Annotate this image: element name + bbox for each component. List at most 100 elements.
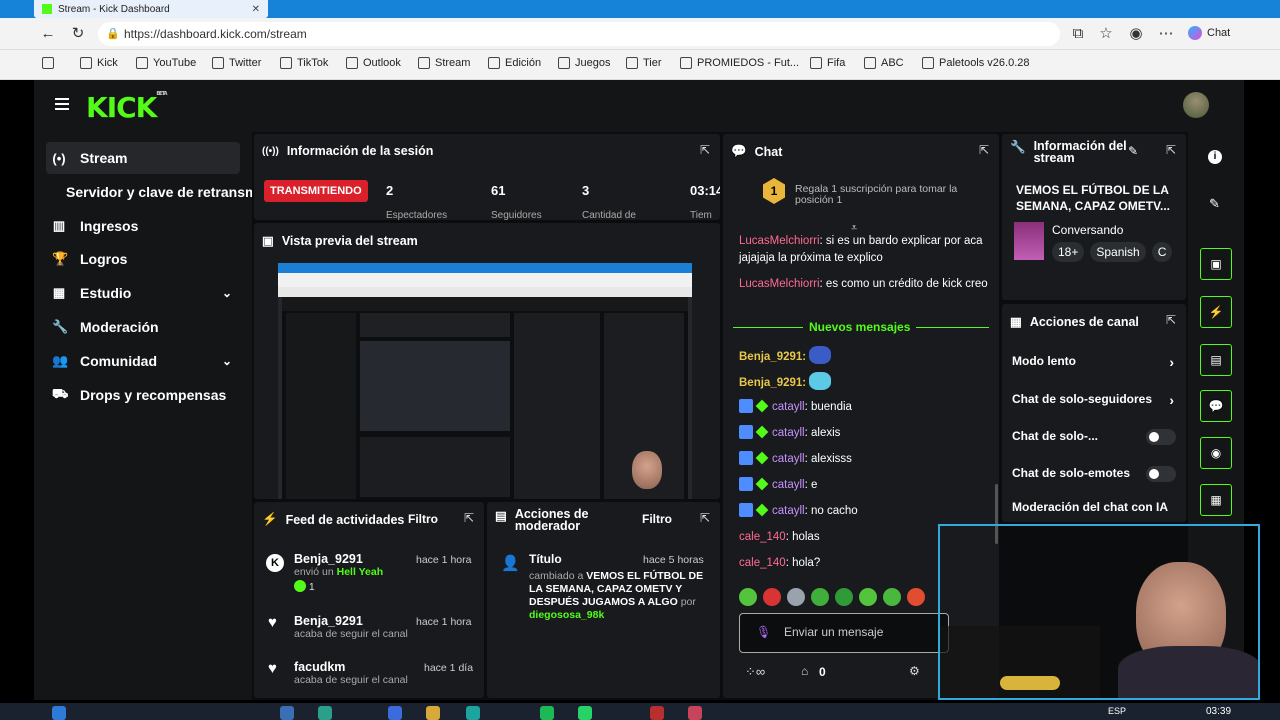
sidebar-item-logros[interactable]: 🏆 Logros bbox=[46, 243, 240, 275]
emote-icon[interactable] bbox=[787, 588, 805, 606]
copilot-chat-button[interactable]: Chat bbox=[1188, 26, 1230, 40]
bookmark-item[interactable]: Fifa bbox=[810, 57, 845, 69]
sidebar-item-stream[interactable]: (•) Stream bbox=[46, 142, 240, 174]
emote-icon[interactable] bbox=[763, 588, 781, 606]
reload-icon[interactable]: ↻ bbox=[68, 24, 88, 44]
chevron-down-icon[interactable]: ⌄ bbox=[222, 286, 232, 300]
favorites-icon[interactable]: ☆ bbox=[1096, 24, 1116, 44]
profile-icon[interactable]: ◉ bbox=[1126, 24, 1146, 44]
bookmark-item[interactable]: Kick bbox=[80, 57, 118, 69]
sidebar-item-estudio[interactable]: ▦ Estudio ⌄ bbox=[46, 277, 240, 309]
app-icon[interactable] bbox=[688, 706, 702, 720]
sidebar-item-moderación[interactable]: 🔧 Moderación bbox=[46, 311, 240, 343]
pencil-icon[interactable]: ✎ bbox=[1209, 196, 1220, 212]
close-tab-icon[interactable]: ✕ bbox=[252, 4, 260, 15]
extensions-icon[interactable]: ⧉ bbox=[1068, 24, 1088, 44]
browser-tab[interactable]: Stream - Kick Dashboard ✕ bbox=[34, 0, 268, 18]
bookmark-item[interactable]: PROMIEDOS - Fut... bbox=[680, 57, 799, 69]
app-icon[interactable] bbox=[388, 706, 402, 720]
sidebar-item-drops[interactable]: ⛟ Drops y recompensas bbox=[46, 379, 240, 411]
stream-preview-video[interactable] bbox=[278, 263, 692, 499]
list-panel-button[interactable]: ▤ bbox=[1200, 344, 1232, 376]
reading-list-icon[interactable] bbox=[42, 57, 54, 69]
bookmark-item[interactable]: TikTok bbox=[280, 57, 328, 69]
chat-user[interactable]: catayll bbox=[772, 401, 805, 413]
kick-logo[interactable]: KICKBETA bbox=[86, 91, 168, 124]
category-name[interactable]: Conversando bbox=[1052, 223, 1123, 237]
mic-icon[interactable]: 🎙 bbox=[756, 614, 771, 650]
bookmark-item[interactable]: Edición bbox=[488, 57, 541, 69]
emote-icon[interactable] bbox=[739, 588, 757, 606]
chat-user[interactable]: catayll bbox=[772, 453, 805, 465]
bookmark-item[interactable]: Stream bbox=[418, 57, 470, 69]
edge-icon[interactable] bbox=[466, 706, 480, 720]
bookmark-item[interactable]: ABC bbox=[864, 57, 904, 69]
subs-only-toggle[interactable] bbox=[1146, 429, 1176, 445]
popout-icon[interactable]: ⇱ bbox=[1166, 313, 1176, 327]
chat-user[interactable]: LucasMelchiorri bbox=[739, 278, 820, 290]
sliders-panel-button[interactable]: ▦ bbox=[1200, 484, 1232, 516]
app-icon[interactable] bbox=[650, 706, 664, 720]
emote-icon[interactable] bbox=[811, 588, 829, 606]
store-icon[interactable]: ⌂ bbox=[801, 664, 808, 678]
chat-user[interactable]: LucasMelchiorri bbox=[739, 235, 820, 247]
clock[interactable]: 03:39 bbox=[1206, 706, 1231, 717]
emote-icon[interactable] bbox=[907, 588, 925, 606]
app-icon[interactable] bbox=[318, 706, 332, 720]
ai-moderation-row[interactable]: Moderación del chat con IA bbox=[1002, 500, 1186, 520]
users-icon[interactable]: ⁘∞ bbox=[745, 664, 765, 680]
info-icon[interactable]: i bbox=[1208, 150, 1222, 164]
bookmark-item[interactable]: Tier bbox=[626, 57, 662, 69]
popout-icon[interactable]: ⇱ bbox=[1166, 143, 1176, 157]
bookmark-item[interactable]: Paletools v26.0.28 bbox=[922, 57, 1030, 69]
bookmark-item[interactable]: Juegos bbox=[558, 57, 610, 69]
mod-filter-button[interactable]: Filtro bbox=[642, 512, 672, 526]
chat-user[interactable]: catayll bbox=[772, 505, 805, 517]
folder-icon[interactable] bbox=[426, 706, 440, 720]
popout-icon[interactable]: ⇱ bbox=[700, 143, 710, 157]
language-indicator[interactable]: ESP bbox=[1108, 706, 1126, 716]
settings-icon[interactable]: ⚙ bbox=[909, 664, 920, 678]
popout-icon[interactable]: ⇱ bbox=[464, 511, 474, 525]
chat-user[interactable]: Benja_9291: bbox=[739, 377, 806, 389]
tag[interactable]: 18+ bbox=[1052, 242, 1085, 262]
app-icon[interactable] bbox=[280, 706, 294, 720]
activity-user[interactable]: Benja_9291 bbox=[294, 614, 408, 628]
emote-icon[interactable] bbox=[835, 588, 853, 606]
emote-icon[interactable] bbox=[859, 588, 877, 606]
bolt-panel-button[interactable]: ⚡ bbox=[1200, 296, 1232, 328]
chat-panel-button[interactable]: 💬 bbox=[1200, 390, 1232, 422]
emotes-only-toggle[interactable] bbox=[1146, 466, 1176, 482]
popout-icon[interactable]: ⇱ bbox=[979, 143, 989, 157]
tag[interactable]: C bbox=[1151, 242, 1173, 262]
activity-user[interactable]: facudkm bbox=[294, 660, 408, 674]
mod-user[interactable]: diegososa_98k bbox=[529, 609, 604, 621]
avatar[interactable] bbox=[1183, 92, 1209, 118]
more-icon[interactable]: ⋯ bbox=[1156, 24, 1176, 44]
popout-icon[interactable]: ⇱ bbox=[700, 511, 710, 525]
camera-panel-button[interactable]: ▣ bbox=[1200, 248, 1232, 280]
sidebar-item-ingresos[interactable]: ▥ Ingresos bbox=[46, 210, 240, 242]
chat-user[interactable]: cale_140 bbox=[739, 557, 786, 569]
chat-user[interactable]: Benja_9291: bbox=[739, 351, 806, 363]
whatsapp-icon[interactable] bbox=[578, 706, 592, 720]
bookmark-item[interactable]: Twitter bbox=[212, 57, 261, 69]
chat-user[interactable]: catayll bbox=[772, 427, 805, 439]
sidebar-item-comunidad[interactable]: 👥 Comunidad ⌄ bbox=[46, 345, 240, 377]
start-icon[interactable] bbox=[52, 706, 66, 720]
gift-leaderboard-text[interactable]: Regala 1 suscripción para tomar la posic… bbox=[795, 184, 965, 206]
chat-user[interactable]: catayll bbox=[772, 479, 805, 491]
chat-user[interactable]: cale_140 bbox=[739, 531, 786, 543]
bookmark-item[interactable]: YouTube bbox=[136, 57, 196, 69]
bookmark-item[interactable]: Outlook bbox=[346, 57, 401, 69]
slow-mode-row[interactable]: Modo lento › bbox=[1002, 354, 1186, 374]
edit-icon[interactable]: ✎ bbox=[1128, 144, 1138, 158]
back-icon[interactable]: ← bbox=[38, 24, 58, 44]
chevron-down-icon[interactable]: ⌄ bbox=[222, 354, 232, 368]
spotify-icon[interactable] bbox=[540, 706, 554, 720]
activity-filter-button[interactable]: Filtro bbox=[408, 512, 438, 526]
url-field[interactable]: 🔒 https://dashboard.kick.com/stream bbox=[98, 22, 1060, 46]
chat-input[interactable]: 🎙 Enviar un mensaje bbox=[739, 613, 949, 653]
followers-only-row[interactable]: Chat de solo-seguidores › bbox=[1002, 392, 1186, 412]
activity-user[interactable]: Benja_9291 bbox=[294, 552, 383, 566]
